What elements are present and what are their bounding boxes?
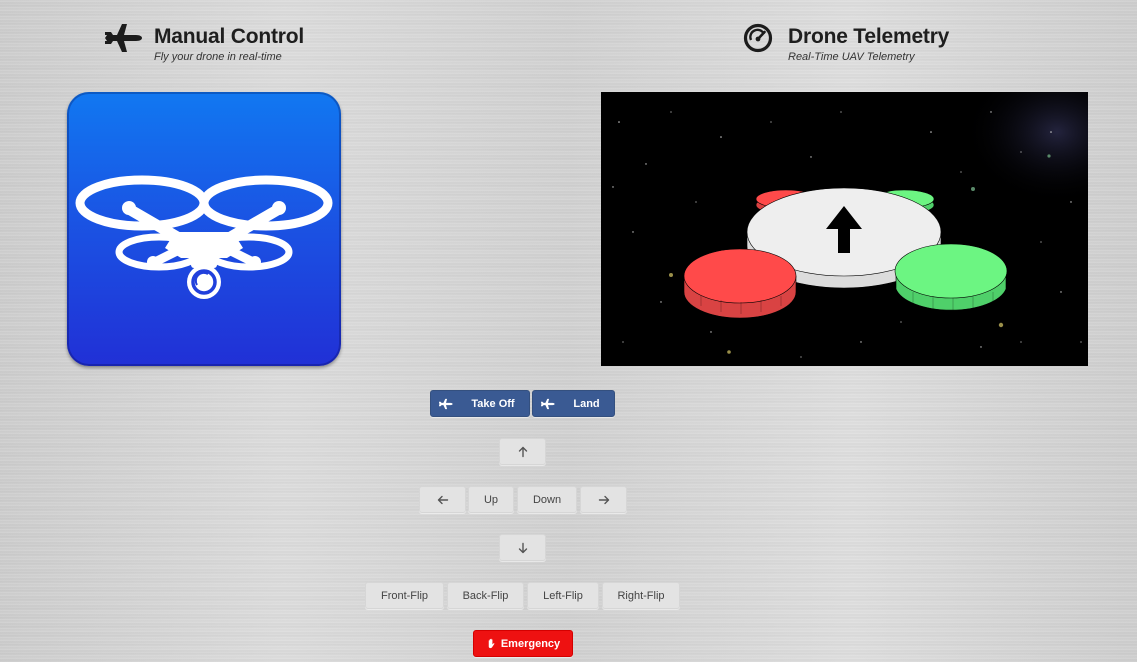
- emergency-button[interactable]: Emergency: [473, 630, 573, 657]
- up-button[interactable]: Up: [468, 486, 514, 513]
- right-button[interactable]: [580, 486, 627, 513]
- land-label: Land: [573, 397, 600, 410]
- front-flip-button[interactable]: Front-Flip: [365, 582, 444, 609]
- drone-camera-icon: [75, 175, 333, 299]
- back-flip-button[interactable]: Back-Flip: [447, 582, 524, 609]
- drone-telemetry-subtitle: Real-Time UAV Telemetry: [788, 51, 915, 63]
- telemetry-3d-view[interactable]: [601, 92, 1088, 366]
- telemetry-drone-model: [601, 92, 1088, 366]
- take-off-label: Take Off: [471, 397, 515, 410]
- manual-control-subtitle: Fly your drone in real-time: [154, 51, 282, 63]
- right-flip-button[interactable]: Right-Flip: [602, 582, 680, 609]
- manual-control-title: Manual Control: [154, 25, 305, 48]
- forward-button[interactable]: [499, 438, 546, 465]
- left-button[interactable]: [419, 486, 466, 513]
- drone-app-logo: [67, 92, 341, 366]
- land-button[interactable]: Land: [532, 390, 615, 417]
- arrow-left-icon: [437, 495, 448, 504]
- take-off-button[interactable]: Take Off: [430, 390, 530, 417]
- left-flip-button[interactable]: Left-Flip: [527, 582, 599, 609]
- arrow-down-icon: [518, 542, 527, 553]
- airplane-icon: [105, 24, 142, 52]
- hand-stop-icon: [488, 638, 495, 649]
- backward-button[interactable]: [499, 534, 546, 561]
- drone-telemetry-title: Drone Telemetry: [788, 25, 950, 48]
- arrow-up-icon: [518, 446, 527, 457]
- emergency-label: Emergency: [500, 637, 561, 650]
- arrow-right-icon: [598, 495, 609, 504]
- down-button[interactable]: Down: [517, 486, 577, 513]
- gauge-icon: [743, 23, 773, 53]
